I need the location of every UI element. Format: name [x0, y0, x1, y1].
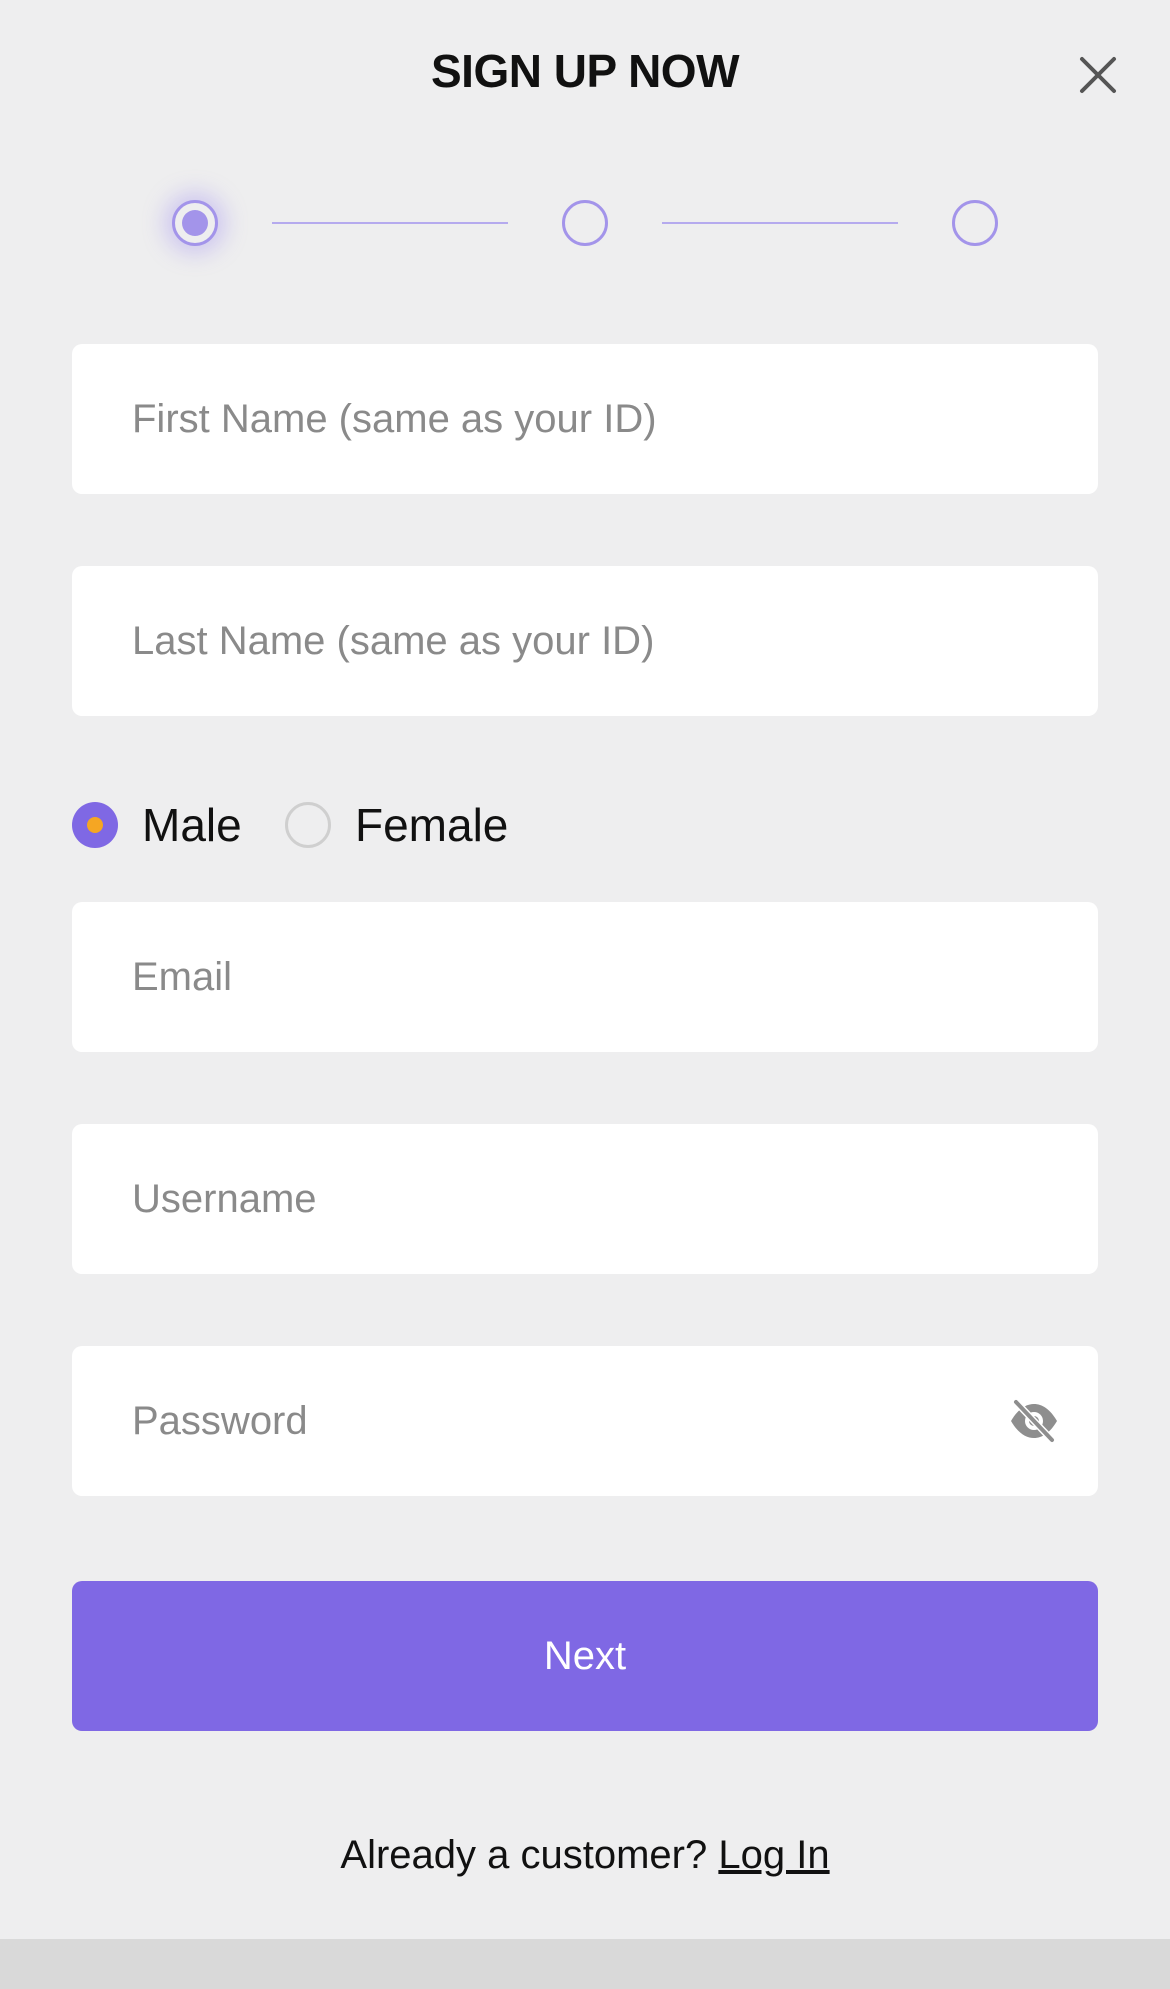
bottom-bar [0, 1939, 1170, 1989]
first-name-field-container [72, 344, 1098, 494]
login-prompt-text: Already a customer? [340, 1833, 708, 1877]
password-visibility-toggle[interactable] [1008, 1398, 1060, 1444]
password-field-container [72, 1346, 1098, 1496]
email-input[interactable] [132, 902, 1012, 1052]
step-3-indicator [952, 200, 998, 246]
step-connector [272, 222, 508, 224]
next-button[interactable]: Next [72, 1581, 1098, 1731]
gender-radio-group: Male Female [72, 790, 772, 860]
progress-stepper [0, 0, 1170, 300]
step-1-indicator [172, 200, 218, 246]
step-connector [662, 222, 898, 224]
username-input[interactable] [132, 1124, 1012, 1274]
gender-option-male[interactable]: Male [72, 790, 242, 860]
email-field-container [72, 902, 1098, 1052]
radio-female[interactable] [285, 802, 331, 848]
last-name-input[interactable] [132, 566, 1012, 716]
login-link[interactable]: Log In [718, 1833, 829, 1877]
gender-label-female: Female [355, 799, 509, 851]
last-name-field-container [72, 566, 1098, 716]
signup-modal: SIGN UP NOW Male Female [0, 0, 1170, 1939]
eye-off-icon [1011, 1398, 1057, 1444]
first-name-input[interactable] [132, 344, 1012, 494]
login-prompt: Already a customer? Log In [0, 1833, 1170, 1878]
password-input[interactable] [132, 1346, 1012, 1496]
radio-male[interactable] [72, 802, 118, 848]
step-2-indicator [562, 200, 608, 246]
gender-option-female[interactable]: Female [285, 790, 508, 860]
username-field-container [72, 1124, 1098, 1274]
gender-label-male: Male [142, 799, 242, 851]
